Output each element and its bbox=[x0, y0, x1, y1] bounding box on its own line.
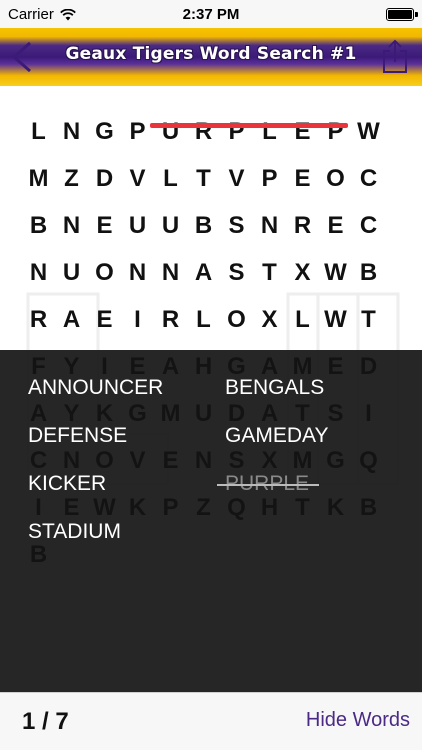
grid-cell[interactable]: R bbox=[187, 108, 220, 155]
grid-cell[interactable]: P bbox=[319, 108, 352, 155]
chevron-left-icon bbox=[11, 41, 31, 73]
grid-cell[interactable]: E bbox=[319, 202, 352, 249]
grid-cell[interactable]: O bbox=[220, 296, 253, 343]
grid-cell[interactable]: I bbox=[121, 296, 154, 343]
grid-cell[interactable]: N bbox=[121, 249, 154, 296]
bottom-toolbar: 1 / 7 Hide Words bbox=[0, 692, 422, 750]
grid-cell[interactable]: E bbox=[286, 155, 319, 202]
grid-cell[interactable]: U bbox=[154, 108, 187, 155]
word-item: GAMEDAY bbox=[225, 424, 329, 447]
grid-cell[interactable]: L bbox=[154, 155, 187, 202]
nav-bar: Geaux Tigers Word Search #1 bbox=[0, 28, 422, 86]
grid-cell[interactable]: R bbox=[286, 202, 319, 249]
back-button[interactable] bbox=[6, 40, 38, 74]
grid-cell[interactable]: E bbox=[88, 202, 121, 249]
grid-cell[interactable]: N bbox=[55, 202, 88, 249]
grid-cell[interactable]: P bbox=[253, 155, 286, 202]
grid-cell[interactable]: T bbox=[253, 249, 286, 296]
grid-cell[interactable]: W bbox=[352, 108, 385, 155]
word-list: ANNOUNCER BENGALS DEFENSE GAMEDAY KICKER… bbox=[28, 376, 408, 568]
grid-cell[interactable]: L bbox=[187, 296, 220, 343]
grid-cell[interactable]: X bbox=[253, 296, 286, 343]
word-item: BENGALS bbox=[225, 376, 325, 399]
status-bar: Carrier 2:37 PM bbox=[0, 0, 422, 28]
grid-cell[interactable]: R bbox=[154, 296, 187, 343]
hide-words-button[interactable]: Hide Words bbox=[306, 709, 410, 732]
grid-cell[interactable]: S bbox=[220, 202, 253, 249]
grid-cell[interactable]: O bbox=[88, 249, 121, 296]
grid-cell[interactable]: N bbox=[154, 249, 187, 296]
grid-cell[interactable]: E bbox=[88, 296, 121, 343]
grid-cell[interactable]: U bbox=[154, 202, 187, 249]
grid-cell[interactable]: U bbox=[55, 249, 88, 296]
grid-cell[interactable]: D bbox=[88, 155, 121, 202]
word-item: STADIUM bbox=[28, 520, 121, 543]
found-counter: 1 / 7 bbox=[22, 708, 69, 735]
word-item: DEFENSE bbox=[28, 424, 128, 447]
grid-cell[interactable]: W bbox=[319, 249, 352, 296]
battery-icon bbox=[386, 8, 418, 21]
found-word-highlight bbox=[150, 123, 348, 128]
grid-cell[interactable]: T bbox=[187, 155, 220, 202]
grid-cell[interactable]: L bbox=[286, 296, 319, 343]
word-item: KICKER bbox=[28, 472, 107, 495]
grid-cell[interactable]: C bbox=[352, 155, 385, 202]
word-list-panel: ANNOUNCER BENGALS DEFENSE GAMEDAY KICKER… bbox=[0, 350, 422, 692]
grid-cell[interactable]: N bbox=[22, 249, 55, 296]
grid-cell[interactable]: A bbox=[187, 249, 220, 296]
page-title: Geaux Tigers Word Search #1 bbox=[65, 44, 357, 64]
grid-cell[interactable]: N bbox=[55, 108, 88, 155]
grid-cell[interactable]: V bbox=[121, 155, 154, 202]
status-time: 2:37 PM bbox=[182, 6, 240, 23]
grid-cell[interactable]: W bbox=[319, 296, 352, 343]
grid-cell[interactable]: B bbox=[187, 202, 220, 249]
grid-cell[interactable]: R bbox=[22, 296, 55, 343]
grid-cell[interactable]: N bbox=[253, 202, 286, 249]
grid-cell[interactable]: O bbox=[319, 155, 352, 202]
grid-cell[interactable]: L bbox=[22, 108, 55, 155]
grid-cell[interactable]: B bbox=[22, 202, 55, 249]
grid-cell[interactable]: C bbox=[352, 202, 385, 249]
grid-cell[interactable]: X bbox=[286, 249, 319, 296]
grid-cell[interactable]: Z bbox=[55, 155, 88, 202]
grid-cell[interactable]: U bbox=[121, 202, 154, 249]
grid-cell[interactable]: A bbox=[55, 296, 88, 343]
grid-cell[interactable]: T bbox=[352, 296, 385, 343]
share-button[interactable] bbox=[380, 38, 410, 74]
grid-cell[interactable]: V bbox=[220, 155, 253, 202]
grid-cell[interactable]: B bbox=[352, 249, 385, 296]
grid-cell[interactable]: E bbox=[286, 108, 319, 155]
grid-cell[interactable]: P bbox=[121, 108, 154, 155]
grid-cell[interactable]: G bbox=[88, 108, 121, 155]
word-item-found: PURPLE bbox=[217, 472, 408, 520]
grid-cell[interactable]: S bbox=[220, 249, 253, 296]
grid-cell[interactable]: L bbox=[253, 108, 286, 155]
share-icon bbox=[383, 39, 407, 73]
word-item: ANNOUNCER bbox=[28, 376, 164, 399]
grid-cell[interactable]: M bbox=[22, 155, 55, 202]
grid-cell[interactable]: P bbox=[220, 108, 253, 155]
